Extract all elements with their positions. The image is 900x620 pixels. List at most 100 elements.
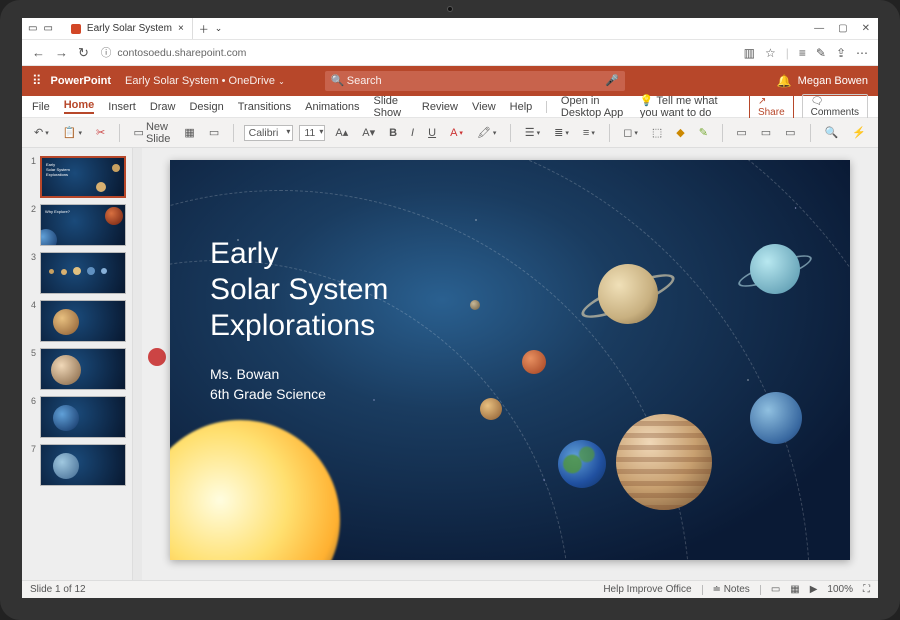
titlebar-left: ▭ ▭ [22, 23, 53, 34]
thumbnail-1[interactable]: 1 EarlySolar SystemExplorations [28, 156, 126, 198]
ribbon-tabs: File Home Insert Draw Design Transitions… [22, 96, 878, 118]
numbering-button[interactable]: ≣▾ [550, 124, 573, 141]
align-button[interactable]: ≡▾ [579, 125, 599, 141]
ribbon-tab-file[interactable]: File [32, 101, 50, 113]
chevron-down-icon: ⌄ [278, 77, 285, 86]
view-present-icon[interactable]: ▶ [810, 584, 818, 595]
reading-view-icon[interactable]: ▥ [744, 46, 755, 60]
italic-button[interactable]: I [407, 125, 418, 141]
app-name: PowerPoint [51, 75, 112, 87]
main-area: 1 EarlySolar SystemExplorations 2 Why Ex… [22, 148, 878, 580]
thumbnail-6[interactable]: 6 [28, 396, 126, 438]
window-titlebar: ▭ ▭ Early Solar System × ＋ ⌄ — ▢ ✕ [22, 18, 878, 40]
window-minimize-button[interactable]: — [814, 23, 824, 34]
design-ideas-button[interactable]: ✎ [695, 124, 712, 141]
slide-title[interactable]: Early Solar System Explorations [210, 236, 388, 344]
search-input[interactable] [325, 71, 625, 91]
font-family-select[interactable]: Calibri▾ [244, 125, 294, 141]
thumbnail-7[interactable]: 7 [28, 444, 126, 486]
shapes-button[interactable]: ◻▾ [619, 124, 642, 141]
fit-to-window-icon[interactable]: ⛶ [863, 584, 870, 595]
powerpoint-favicon [71, 24, 81, 34]
ribbon-tab-transitions[interactable]: Transitions [238, 101, 291, 113]
highlight-button[interactable]: 🖍▾ [473, 124, 500, 141]
ribbon-tab-draw[interactable]: Draw [150, 101, 176, 113]
more-icon[interactable]: ⋯ [856, 46, 868, 60]
view-sorter-icon[interactable]: ▦ [790, 584, 799, 595]
planet-mars [522, 350, 546, 374]
notes-icon[interactable]: ✎ [816, 46, 826, 60]
favorite-icon[interactable]: ☆ [765, 46, 776, 60]
zoom-level[interactable]: 100% [827, 584, 853, 595]
help-improve[interactable]: Help Improve Office [603, 584, 691, 595]
reset-button[interactable]: ▭ [205, 124, 223, 141]
planet-neptune [750, 392, 802, 444]
app-launcher-icon[interactable]: ⠿ [32, 73, 41, 89]
undo-button[interactable]: ↶▾ [30, 124, 53, 141]
shrink-font-button[interactable]: A▾ [358, 124, 379, 141]
ribbon-tab-review[interactable]: Review [422, 101, 458, 113]
bold-button[interactable]: B [385, 125, 401, 141]
new-slide-button[interactable]: ▭ New Slide [130, 119, 175, 147]
ribbon-toolbar: ↶▾ 📋▾ ✂ ▭ New Slide ▦ ▭ Calibri▾ 11▾ A▴ … [22, 118, 878, 148]
browser-tab[interactable]: Early Solar System × [63, 18, 193, 39]
arrange-button[interactable]: ⬚ [648, 124, 666, 141]
nav-forward-button[interactable]: → [55, 45, 68, 61]
thumbnail-3[interactable]: 3 [28, 252, 126, 294]
slide[interactable]: Early Solar System Explorations Ms. Bowa… [170, 160, 850, 560]
nav-back-button[interactable]: ← [32, 45, 45, 61]
cut-button[interactable]: ✂ [92, 124, 109, 141]
thumbnail-4[interactable]: 4 [28, 300, 126, 342]
paste-button[interactable]: 📋▾ [59, 124, 86, 141]
ribbon-tab-home[interactable]: Home [64, 99, 95, 114]
user-name[interactable]: Megan Bowen [798, 75, 868, 87]
hub-icon[interactable]: ≡ [799, 46, 806, 60]
font-size-select[interactable]: 11▾ [299, 125, 325, 141]
url-text: contosoedu.sharepoint.com [117, 47, 246, 59]
share-button[interactable]: ↗ Share [749, 94, 794, 120]
ribbon-tab-animations[interactable]: Animations [305, 101, 359, 113]
url-field[interactable]: ⓘ contosoedu.sharepoint.com [101, 45, 732, 60]
find-button[interactable]: 🔍 [821, 124, 843, 142]
win-icon-2[interactable]: ▭ [43, 23, 52, 34]
new-tab-button[interactable]: ＋ [199, 21, 209, 36]
dictate-button[interactable]: ⚡ [848, 124, 870, 142]
thumbnail-5[interactable]: 5 [28, 348, 126, 390]
site-info-icon[interactable]: ⓘ [101, 45, 112, 60]
ribbon-tab-design[interactable]: Design [189, 101, 223, 113]
layout-button[interactable]: ▦ [180, 124, 198, 141]
document-title[interactable]: Early Solar System • OneDrive ⌄ [125, 75, 285, 87]
tell-me[interactable]: 💡 Tell me what you want to do [640, 94, 735, 119]
shape-fill-button[interactable]: ◆ [672, 124, 688, 141]
grow-font-button[interactable]: A▴ [331, 124, 352, 141]
share-page-icon[interactable]: ⇪ [836, 46, 846, 60]
thumbnail-2[interactable]: 2 Why Explore? [28, 204, 126, 246]
tab-close-icon[interactable]: × [178, 23, 184, 34]
notifications-icon[interactable]: 🔔 [777, 74, 792, 88]
underline-button[interactable]: U [424, 125, 440, 141]
tab-chevron-icon[interactable]: ⌄ [215, 23, 223, 34]
device-camera [447, 6, 453, 12]
hide-button[interactable]: ▭ [781, 124, 799, 141]
laser-pointer-icon[interactable] [148, 348, 166, 366]
ribbon-tab-insert[interactable]: Insert [108, 101, 136, 113]
thumbnail-scrollbar[interactable] [132, 148, 142, 580]
win-icon-1[interactable]: ▭ [28, 23, 37, 34]
window-close-button[interactable]: ✕ [862, 23, 870, 34]
comments-button[interactable]: 🗨 Comments [802, 94, 868, 120]
delete-button[interactable]: ▭ [757, 124, 775, 141]
open-in-desktop[interactable]: Open in Desktop App [561, 95, 626, 119]
view-normal-icon[interactable]: ▭ [771, 584, 780, 595]
ribbon-tab-help[interactable]: Help [510, 101, 533, 113]
bullets-button[interactable]: ☰▾ [521, 124, 544, 141]
font-color-button[interactable]: A▾ [446, 125, 467, 141]
duplicate-button[interactable]: ▭ [732, 124, 750, 141]
ribbon-tab-view[interactable]: View [472, 101, 496, 113]
nav-refresh-button[interactable]: ↻ [78, 45, 89, 61]
window-maximize-button[interactable]: ▢ [838, 23, 847, 34]
ribbon-tab-slideshow[interactable]: Slide Show [374, 95, 408, 119]
mic-icon[interactable]: 🎤 [605, 74, 619, 87]
notes-toggle[interactable]: ≐ Notes [713, 584, 750, 595]
slide-subtitle[interactable]: Ms. Bowan 6th Grade Science [210, 364, 326, 404]
device-frame: ▭ ▭ Early Solar System × ＋ ⌄ — ▢ ✕ ← → ↻… [0, 0, 900, 620]
